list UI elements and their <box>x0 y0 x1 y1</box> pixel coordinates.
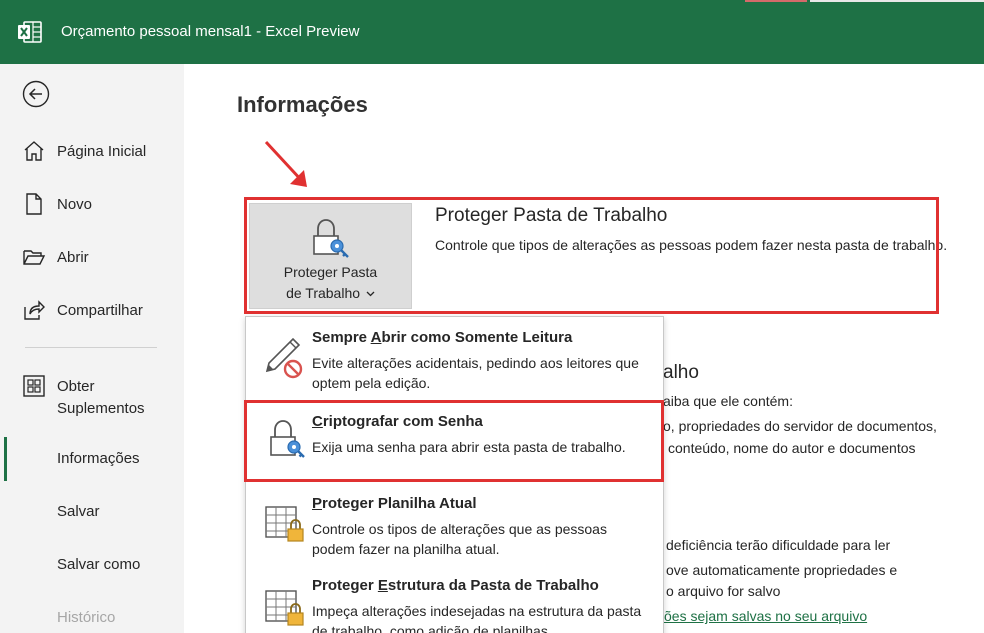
workbook-lock-icon <box>265 590 304 626</box>
nav-item-label-line1: Obter <box>57 378 95 395</box>
menu-item-title-rest: roteger Planilha Atual <box>322 495 477 512</box>
accessibility-text: deficiência terão dificuldade para ler <box>666 537 891 553</box>
back-arrow-icon[interactable] <box>22 80 50 108</box>
nav-item-save[interactable]: Salvar <box>0 490 184 534</box>
page-title: Informações <box>237 92 368 117</box>
nav-item-label: Salvar <box>57 503 100 520</box>
nav-item-label: Abrir <box>57 249 89 266</box>
nav-item-label: Novo <box>57 196 93 213</box>
annotation-highlight-encrypt <box>244 400 664 482</box>
menu-item-title-rest: strutura da Pasta de Trabalho <box>387 577 599 594</box>
autosave-text: o arquivo for salvo <box>666 583 781 599</box>
title-bar-accent-line <box>745 0 807 2</box>
new-document-icon <box>26 193 42 215</box>
menu-item-protect-current-sheet[interactable]: Proteger Planilha Atual Controle os tipo… <box>246 483 663 563</box>
menu-item-title: Proteger Planilha Atual <box>312 495 477 512</box>
nav-item-history: Histórico <box>0 596 184 633</box>
inspect-text: aiba que ele contém: <box>663 393 793 409</box>
menu-item-always-open-read-only[interactable]: Sempre Abrir como Somente Leitura Evite … <box>246 317 663 397</box>
menu-item-access-key: E <box>377 577 388 594</box>
menu-item-description: Controle os tipos de alterações que as p… <box>312 521 607 557</box>
nav-item-label: Histórico <box>57 609 116 626</box>
menu-item-title-prefix: Proteger <box>312 577 378 594</box>
menu-item-access-key: A <box>370 329 382 346</box>
title-bar: Orçamento pessoal mensal1 - Excel Previe… <box>0 0 984 64</box>
nav-item-label: Compartilhar <box>57 302 143 319</box>
menu-item-title-prefix: Sempre <box>312 329 371 346</box>
nav-item-new[interactable]: Novo <box>0 183 184 227</box>
nav-item-save-as[interactable]: Salvar como <box>0 543 184 587</box>
open-folder-icon <box>23 250 46 265</box>
inspect-heading-fragment: alho <box>663 362 699 383</box>
inspect-text: conteúdo, nome do autor e documentos <box>668 440 916 456</box>
nav-item-info[interactable]: Informações <box>0 437 184 481</box>
menu-item-protect-workbook-structure[interactable]: Proteger Estrutura da Pasta de Trabalho … <box>246 565 663 633</box>
pencil-no-edit-icon <box>265 337 303 379</box>
menu-item-title-rest: brir como Somente Leitura <box>381 329 573 346</box>
annotation-arrow-icon <box>264 140 307 187</box>
annotation-highlight-protect-workbook <box>244 197 939 314</box>
menu-item-title: Proteger Estrutura da Pasta de Trabalho <box>312 577 599 594</box>
settings-link[interactable]: ões sejam salvas no seu arquivo <box>664 608 867 624</box>
nav-item-addins[interactable]: Obter Suplementos <box>0 372 184 417</box>
nav-item-open[interactable]: Abrir <box>0 236 184 280</box>
window-title: Orçamento pessoal mensal1 - Excel Previe… <box>61 23 360 40</box>
menu-item-description: Evite alterações acidentais, pedindo aos… <box>312 355 639 391</box>
nav-item-label: Informações <box>57 450 140 467</box>
nav-item-label: Salvar como <box>57 556 141 573</box>
autosave-text: ove automaticamente propriedades e <box>666 562 898 578</box>
share-icon <box>24 300 45 320</box>
menu-item-access-key: P <box>312 495 323 512</box>
excel-icon <box>18 21 42 43</box>
addins-icon <box>23 375 45 397</box>
title-bar-accent-line <box>810 0 984 2</box>
menu-item-title: Sempre Abrir como Somente Leitura <box>312 329 572 346</box>
active-indicator <box>4 437 7 481</box>
nav-item-label: Página Inicial <box>57 143 147 160</box>
nav-item-label-line2: Suplementos <box>57 400 145 417</box>
nav-item-label: Obter Suplementos <box>57 376 145 420</box>
nav-item-home[interactable]: Página Inicial <box>0 130 184 174</box>
sidebar-divider <box>25 347 157 348</box>
inspect-text: o, propriedades do servidor de documento… <box>663 418 937 434</box>
nav-item-share[interactable]: Compartilhar <box>0 289 184 333</box>
menu-item-description: Impeça alterações indesejadas na estrutu… <box>312 603 642 633</box>
sheet-lock-icon <box>265 506 304 542</box>
home-icon <box>24 141 44 161</box>
